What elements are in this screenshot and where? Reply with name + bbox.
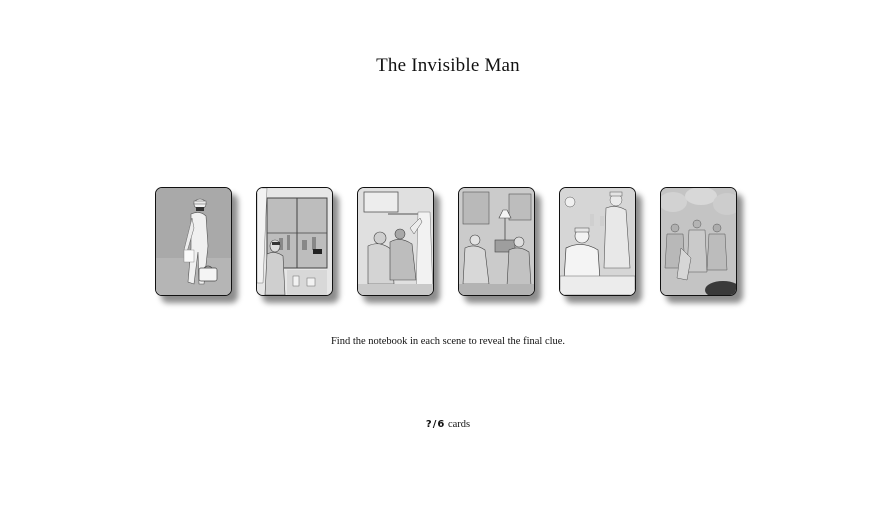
people-seated-by-lamp-icon	[459, 188, 534, 295]
man-walking-with-briefcase-icon	[156, 188, 231, 295]
figures-by-curtain-icon	[358, 188, 433, 295]
card-counter: ?/6 cards	[0, 418, 896, 432]
man-at-window-city-view-icon	[257, 188, 332, 295]
card-count: ?/6	[425, 419, 446, 430]
instruction-text: Find the notebook in each scene to revea…	[330, 336, 566, 347]
card-row	[155, 187, 755, 307]
scene-card-1[interactable]	[155, 187, 232, 296]
scene-card-5[interactable]	[559, 187, 636, 296]
scene-card-4[interactable]	[458, 187, 535, 296]
game-title: The Invisible Man	[376, 55, 520, 76]
card-count-label: cards	[447, 419, 471, 430]
scene-card-6[interactable]	[660, 187, 737, 296]
crowd-in-foliage-icon	[661, 188, 736, 295]
officers-at-table-icon	[560, 188, 635, 295]
scene-card-3[interactable]	[357, 187, 434, 296]
scene-card-2[interactable]	[256, 187, 333, 296]
